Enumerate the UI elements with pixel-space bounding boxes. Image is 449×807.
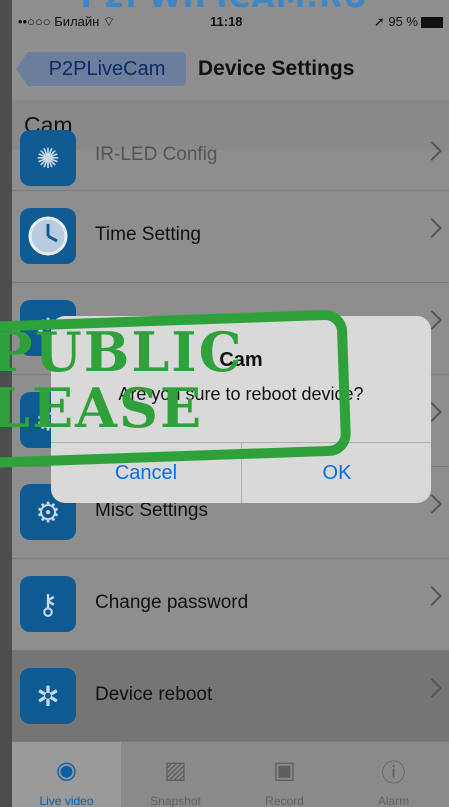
- back-button-label: P2PLiveCam: [28, 52, 186, 86]
- section-header: Cam: [12, 100, 449, 150]
- list-item-change-password[interactable]: ⚷ Change password: [12, 559, 449, 651]
- live-video-icon: ◉: [56, 756, 77, 784]
- tab-live-video[interactable]: ◉ Live video: [12, 742, 121, 807]
- carrier-label: ••○○○ Билайн ⌔: [18, 14, 116, 29]
- clock-icon: [20, 208, 76, 264]
- alert-icon: ⓘ: [381, 759, 406, 787]
- tab-bar: ◉ Live video ▨ Snapshot ▣ Record ⓘ Alarm: [12, 741, 449, 807]
- tab-record[interactable]: ▣ Record: [230, 742, 339, 807]
- battery-icon: [421, 17, 443, 29]
- tab-label: Record: [265, 794, 304, 807]
- tab-alarm[interactable]: ⓘ Alarm: [339, 742, 448, 807]
- list-item-label: Change password: [95, 592, 249, 613]
- list-item-device-reboot[interactable]: ✲ Device reboot: [12, 651, 449, 743]
- list-item-time-setting[interactable]: Time Setting: [12, 191, 449, 283]
- chevron-right-icon: [422, 586, 442, 606]
- back-button[interactable]: P2PLiveCam: [16, 52, 188, 86]
- video-camera-icon: ▣: [273, 756, 296, 784]
- battery-status: ➚ 95 %: [374, 14, 443, 30]
- tab-snapshot[interactable]: ▨ Snapshot: [121, 742, 230, 807]
- status-bar: ••○○○ Билайн ⌔ 11:18 ➚ 95 %: [12, 10, 449, 36]
- list-item-ir-led[interactable]: ✺ IR-LED Config: [12, 130, 449, 191]
- reboot-icon: ✲: [20, 668, 76, 724]
- tab-label: Live video: [39, 794, 94, 807]
- key-icon: ⚷: [20, 576, 76, 632]
- chevron-right-icon: [422, 678, 442, 698]
- site-watermark: P2PWIFICAM.RU: [0, 0, 449, 10]
- stamp-line-2: LEASE: [0, 376, 204, 440]
- list-item-label: Misc Settings: [95, 500, 208, 521]
- ir-led-icon: ✺: [20, 130, 76, 186]
- battery-percent: ➚ 95 %: [373, 14, 418, 29]
- stamp-line-1: PUBLIC: [0, 320, 244, 384]
- list-item-label: IR-LED Config: [95, 144, 218, 165]
- list-item-label: Device reboot: [95, 684, 213, 705]
- back-chevron-icon: [16, 52, 28, 86]
- stamp-text: PUBLIC LEASE: [0, 324, 244, 436]
- clock-label: 11:18: [210, 14, 243, 29]
- image-icon: ▨: [164, 756, 187, 784]
- list-item-label: Time Setting: [95, 224, 201, 245]
- chevron-right-icon: [422, 218, 442, 238]
- page-title: Device Settings: [198, 57, 355, 80]
- tab-label: Snapshot: [150, 794, 201, 807]
- tab-label: Alarm: [377, 794, 410, 807]
- navigation-bar: P2PLiveCam Device Settings: [12, 40, 449, 98]
